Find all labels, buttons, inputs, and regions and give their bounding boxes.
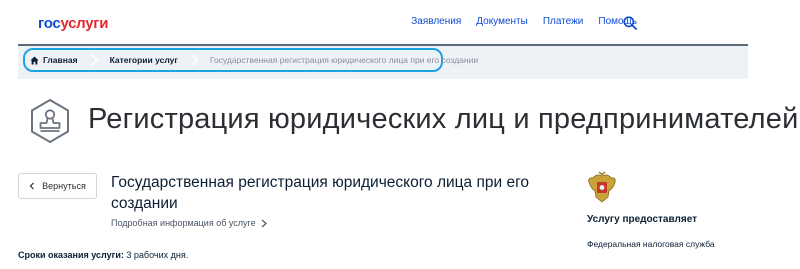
gosuslugi-logo[interactable]: госуслуги — [38, 15, 108, 32]
provider-name[interactable]: Федеральная налоговая служба — [587, 239, 715, 249]
nav-applications[interactable]: Заявления — [411, 16, 461, 27]
details-link-label: Подробная информация об услуге — [111, 218, 256, 228]
chevron-right-icon — [261, 219, 267, 227]
service-term-label: Сроки оказания услуги: — [18, 250, 124, 260]
nav-documents[interactable]: Документы — [476, 16, 528, 27]
breadcrumb: Главная Категории услуг Государственная … — [30, 52, 478, 68]
breadcrumb-current: Государственная регистрация юридического… — [209, 55, 479, 65]
logo-part-gos: гос — [38, 15, 61, 32]
breadcrumb-categories[interactable]: Категории услуг — [110, 55, 178, 65]
back-button[interactable]: Вернуться — [18, 173, 97, 199]
fns-emblem-icon — [588, 171, 616, 203]
home-icon — [30, 55, 39, 65]
service-term: Сроки оказания услуги: 3 рабочих дня. — [18, 250, 188, 260]
chevron-left-icon — [29, 182, 35, 190]
chevron-right-icon — [90, 53, 98, 67]
provider-label: Услугу предоставляет — [587, 214, 698, 225]
breadcrumb-home[interactable]: Главная — [30, 55, 78, 65]
chevron-right-icon — [190, 53, 198, 67]
details-link[interactable]: Подробная информация об услуге — [111, 218, 267, 228]
nav-payments[interactable]: Платежи — [543, 16, 584, 27]
back-button-label: Вернуться — [42, 181, 86, 191]
page-title: Регистрация юридических лиц и предприним… — [88, 103, 799, 135]
header: госуслуги Заявления Документы Платежи По… — [0, 0, 800, 42]
logo-part-uslugi: услуги — [60, 15, 109, 32]
breadcrumb-home-label: Главная — [43, 55, 78, 65]
top-nav: Заявления Документы Платежи Помощь — [411, 16, 637, 27]
service-term-value: 3 рабочих дня. — [123, 250, 189, 260]
search-icon[interactable] — [623, 16, 637, 30]
stamp-icon — [31, 98, 69, 144]
service-title: Государственная регистрация юридического… — [111, 174, 530, 212]
